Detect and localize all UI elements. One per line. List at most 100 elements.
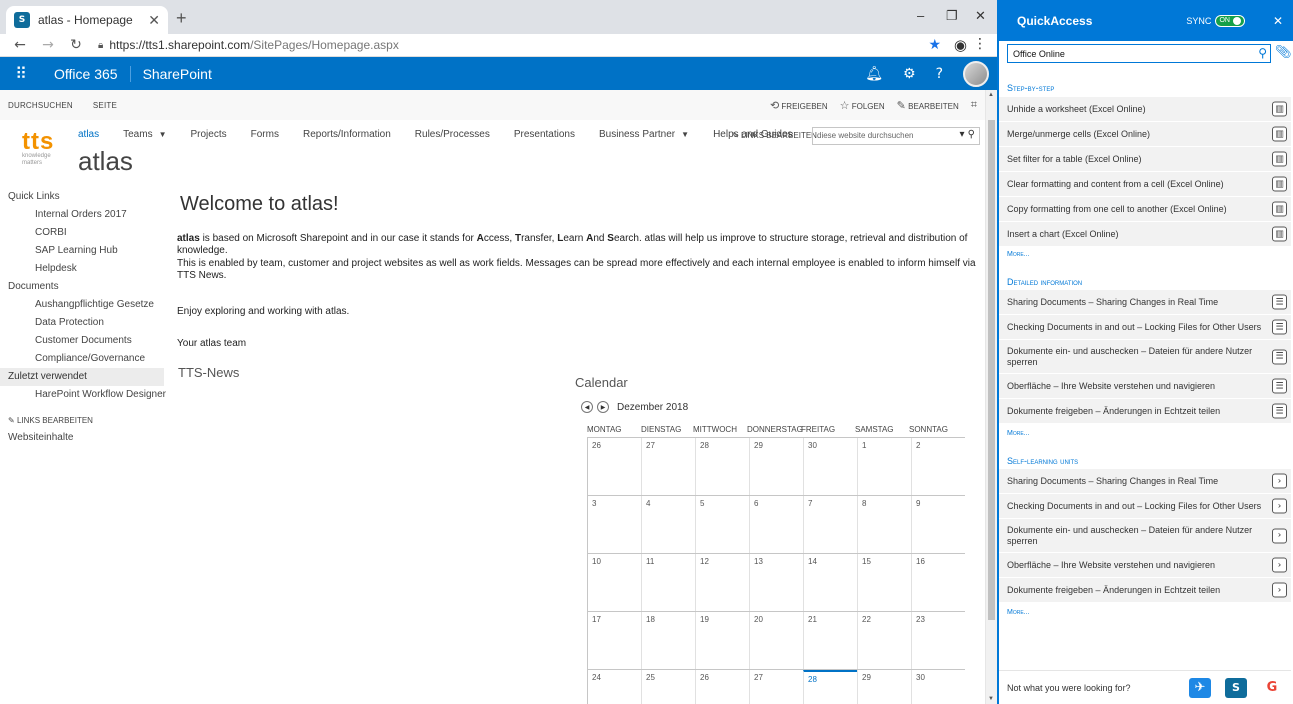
- ql-documents[interactable]: Documents: [0, 278, 164, 296]
- app-launcher-icon[interactable]: ⠿: [0, 57, 42, 90]
- nav-reports[interactable]: Reports/Information: [303, 129, 391, 140]
- qa-list-item[interactable]: Oberfläche – Ihre Website verstehen und …: [999, 374, 1291, 399]
- calendar-day-cell[interactable]: 2: [911, 438, 965, 495]
- toggle-switch[interactable]: ON: [1215, 14, 1245, 27]
- calendar-day-cell[interactable]: 10: [587, 554, 641, 611]
- nav-rules[interactable]: Rules/Processes: [415, 129, 490, 140]
- settings-gear-icon[interactable]: ⚙: [903, 66, 916, 82]
- qa-search-input[interactable]: Office Online ⚲: [1007, 44, 1271, 63]
- calendar-day-cell[interactable]: 23: [911, 612, 965, 669]
- calendar-day-cell[interactable]: 19: [695, 612, 749, 669]
- ql-item[interactable]: SAP Learning Hub: [0, 242, 164, 260]
- qa-list-item[interactable]: Sharing Documents – Sharing Changes in R…: [999, 290, 1291, 315]
- menu-kebab-icon[interactable]: ⋮: [973, 36, 987, 52]
- ql-item[interactable]: Data Protection: [0, 314, 164, 332]
- restore-icon[interactable]: ❐: [946, 8, 958, 24]
- qa-list-item[interactable]: Dokumente freigeben – Änderungen in Echt…: [999, 578, 1291, 603]
- calendar-day-cell[interactable]: 15: [857, 554, 911, 611]
- calendar-day-cell[interactable]: 13: [749, 554, 803, 611]
- steps-book-icon[interactable]: ▥: [1272, 151, 1287, 167]
- calendar-day-cell[interactable]: 4: [641, 496, 695, 553]
- qa-more-steps[interactable]: More...: [1007, 251, 1030, 258]
- steps-book-icon[interactable]: ▥: [1272, 101, 1287, 117]
- chevron-right-icon[interactable]: ›: [1272, 473, 1287, 489]
- google-search-icon[interactable]: G: [1261, 678, 1283, 698]
- calendar-day-cell[interactable]: 1: [857, 438, 911, 495]
- steps-book-icon[interactable]: ▥: [1272, 201, 1287, 217]
- ql-item[interactable]: Internal Orders 2017: [0, 206, 164, 224]
- calendar-day-cell[interactable]: 30: [803, 438, 857, 495]
- qa-list-item[interactable]: Clear formatting and content from a cell…: [999, 172, 1291, 197]
- ql-item[interactable]: Compliance/Governance: [0, 350, 164, 368]
- calendar-day-cell[interactable]: 27: [641, 438, 695, 495]
- paperclip-icon[interactable]: 📎︎: [1275, 45, 1292, 60]
- qa-list-item[interactable]: Checking Documents in and out – Locking …: [999, 315, 1291, 340]
- calendar-day-cell[interactable]: 8: [857, 496, 911, 553]
- document-lines-icon[interactable]: ☰: [1272, 378, 1287, 394]
- calendar-day-cell[interactable]: 27: [749, 670, 803, 704]
- qa-list-item[interactable]: Copy formatting from one cell to another…: [999, 197, 1291, 222]
- scroll-down-icon[interactable]: ▼: [988, 696, 994, 702]
- ql-recent[interactable]: Zuletzt verwendet: [0, 368, 164, 386]
- calendar-day-cell[interactable]: 30: [911, 670, 965, 704]
- steps-book-icon[interactable]: ▥: [1272, 226, 1287, 242]
- back-icon[interactable]: ←: [12, 37, 28, 53]
- calendar-day-cell[interactable]: 29: [857, 670, 911, 704]
- qa-list-item[interactable]: Unhide a worksheet (Excel Online) ▥: [999, 97, 1291, 122]
- calendar-day-cell[interactable]: 11: [641, 554, 695, 611]
- follow-button[interactable]: ☆ FOLGEN: [840, 99, 885, 112]
- close-window-icon[interactable]: ✕: [975, 8, 986, 24]
- reload-icon[interactable]: ↻: [68, 37, 84, 53]
- office365-link[interactable]: Office 365: [42, 65, 131, 82]
- calendar-day-cell[interactable]: 14: [803, 554, 857, 611]
- qa-list-item[interactable]: Insert a chart (Excel Online) ▥: [999, 222, 1291, 247]
- document-lines-icon[interactable]: ☰: [1272, 403, 1287, 419]
- calendar-day-cell[interactable]: 21: [803, 612, 857, 669]
- ribbon-tab-page[interactable]: SEITE: [93, 101, 117, 110]
- calendar-day-cell[interactable]: 28: [803, 670, 857, 704]
- bookmark-star-icon[interactable]: ★: [928, 37, 941, 53]
- nav-atlas[interactable]: atlas: [78, 129, 99, 140]
- qa-more-details[interactable]: More...: [1007, 430, 1030, 437]
- qa-list-item[interactable]: Oberfläche – Ihre Website verstehen und …: [999, 553, 1291, 578]
- avatar[interactable]: [963, 60, 989, 87]
- steps-book-icon[interactable]: ▥: [1272, 126, 1287, 142]
- focus-mode-icon[interactable]: ⌗: [971, 98, 977, 112]
- qa-list-item[interactable]: Merge/unmerge cells (Excel Online) ▥: [999, 122, 1291, 147]
- tts-logo[interactable]: tts knowledge matters: [22, 130, 70, 167]
- ql-item[interactable]: CORBI: [0, 224, 164, 242]
- sharepoint-link[interactable]: SharePoint: [131, 66, 224, 82]
- calendar-day-cell[interactable]: 7: [803, 496, 857, 553]
- account-icon[interactable]: ◉: [954, 36, 967, 54]
- chevron-right-icon[interactable]: ›: [1272, 557, 1287, 573]
- ql-edit-links-button[interactable]: ✎ LINKS BEARBEITEN: [0, 412, 164, 430]
- url-field[interactable]: https://tts1.sharepoint.com/SitePages/Ho…: [109, 38, 399, 52]
- qa-list-item[interactable]: Checking Documents in and out – Locking …: [999, 494, 1291, 519]
- search-icon[interactable]: ▾ ⚲: [959, 129, 975, 140]
- steps-book-icon[interactable]: ▥: [1272, 176, 1287, 192]
- nav-business-partner[interactable]: Business Partner ▼: [599, 129, 689, 140]
- browser-tab[interactable]: S atlas - Homepage ✕: [6, 6, 168, 34]
- nav-forms[interactable]: Forms: [251, 129, 279, 140]
- calendar-day-cell[interactable]: 9: [911, 496, 965, 553]
- qa-list-item[interactable]: Dokumente freigeben – Änderungen in Echt…: [999, 399, 1291, 424]
- site-title[interactable]: atlas: [78, 146, 133, 177]
- calendar-day-cell[interactable]: 29: [749, 438, 803, 495]
- help-icon[interactable]: ?: [936, 66, 943, 82]
- ql-site-contents[interactable]: Websiteinhalte: [0, 430, 164, 446]
- calendar-day-cell[interactable]: 5: [695, 496, 749, 553]
- search-icon[interactable]: ⚲: [1258, 46, 1267, 60]
- calendar-day-cell[interactable]: 17: [587, 612, 641, 669]
- ql-item[interactable]: Customer Documents: [0, 332, 164, 350]
- ql-item[interactable]: HarePoint Workflow Designer: [0, 386, 166, 404]
- close-tab-icon[interactable]: ✕: [148, 12, 160, 29]
- calendar-day-cell[interactable]: 18: [641, 612, 695, 669]
- calendar-day-cell[interactable]: 26: [587, 438, 641, 495]
- new-tab-button[interactable]: +: [176, 8, 187, 29]
- send-request-icon[interactable]: ✈: [1189, 677, 1211, 698]
- document-lines-icon[interactable]: ☰: [1272, 294, 1287, 310]
- nav-presentations[interactable]: Presentations: [514, 129, 575, 140]
- ribbon-tab-browse[interactable]: DURCHSUCHEN: [8, 101, 73, 110]
- next-month-icon[interactable]: ▶: [597, 401, 609, 413]
- qa-more-self[interactable]: More...: [1007, 609, 1030, 616]
